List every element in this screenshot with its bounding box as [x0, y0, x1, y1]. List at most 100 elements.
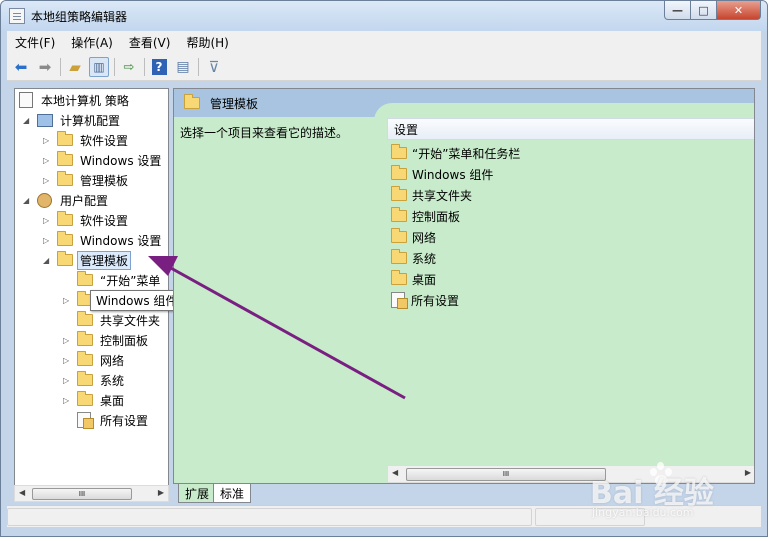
details-header: 管理模板 — [174, 89, 754, 123]
list-item[interactable]: 共享文件夹 — [391, 186, 472, 204]
back-arrow-icon[interactable]: ⬅ — [11, 57, 31, 77]
scrollbar-thumb[interactable]: III — [32, 488, 132, 500]
list-item[interactable]: “开始”菜单和任务栏 — [391, 144, 520, 162]
expand-icon[interactable]: ▷ — [43, 136, 49, 145]
folder-icon — [77, 331, 93, 346]
folder-icon — [391, 249, 407, 264]
tree-item[interactable]: “开始”菜单 — [63, 271, 163, 289]
scroll-left-icon[interactable]: ◀ — [19, 488, 25, 497]
folder-icon — [391, 144, 407, 159]
details-title: 管理模板 — [210, 96, 259, 111]
up-folder-icon[interactable]: ▰ — [65, 57, 85, 77]
tree-item[interactable]: ▷ Windows 设置 — [43, 151, 164, 169]
help-icon[interactable]: ? — [149, 57, 169, 77]
computer-icon — [37, 113, 53, 127]
tab-extended[interactable]: 扩展 — [178, 484, 217, 503]
folder-icon — [57, 131, 73, 146]
expand-icon[interactable]: ▷ — [63, 336, 69, 345]
list-item[interactable]: 所有设置 — [391, 291, 459, 309]
maximize-button[interactable]: □ — [691, 1, 717, 20]
close-button[interactable]: ✕ — [717, 1, 761, 20]
menu-view[interactable]: 查看(V) — [121, 34, 179, 51]
tree-computer-config[interactable]: ◢ 计算机配置 — [23, 111, 123, 129]
list-item[interactable]: 控制面板 — [391, 207, 460, 225]
tree-user-config[interactable]: ◢ 用户配置 — [23, 191, 111, 209]
scroll-right-icon[interactable]: ▶ — [745, 468, 751, 477]
folder-icon — [57, 251, 73, 266]
scroll-right-icon[interactable]: ▶ — [158, 488, 164, 497]
folder-icon — [77, 371, 93, 386]
tree-root[interactable]: 本地计算机 策略 — [19, 91, 132, 109]
folder-icon — [391, 228, 407, 243]
tree-item[interactable]: ▷ 网络 — [63, 351, 127, 369]
folder-icon — [391, 165, 407, 180]
collapse-icon[interactable]: ◢ — [43, 256, 49, 265]
folder-icon — [77, 391, 93, 406]
expand-icon[interactable]: ▷ — [43, 176, 49, 185]
tree-item[interactable]: 所有设置 — [63, 411, 151, 429]
view-tabs: 扩展 标准 — [173, 484, 755, 504]
tree-item[interactable]: ▷ 系统 — [63, 371, 127, 389]
filter-icon[interactable]: ⊽ — [204, 57, 224, 77]
collapse-icon[interactable]: ◢ — [23, 116, 29, 125]
expand-icon[interactable]: ▷ — [63, 356, 69, 365]
folder-icon — [77, 351, 93, 366]
folder-icon — [57, 151, 73, 166]
folder-icon — [57, 231, 73, 246]
forward-arrow-icon[interactable]: ➡ — [35, 57, 55, 77]
tree-item[interactable]: ▷ 软件设置 — [43, 211, 131, 229]
column-header-settings[interactable]: 设置 — [387, 118, 754, 140]
show-tree-icon[interactable]: ▥ — [89, 57, 109, 77]
description-text: 选择一个项目来查看它的描述。 — [180, 126, 349, 140]
expand-icon[interactable]: ▷ — [43, 236, 49, 245]
list-horizontal-scrollbar[interactable]: ◀ III ▶ — [387, 465, 754, 483]
menu-bar: 文件(F) 操作(A) 查看(V) 帮助(H) — [7, 31, 761, 53]
tree-item[interactable]: ▷ 管理模板 — [43, 171, 131, 189]
menu-action[interactable]: 操作(A) — [63, 34, 121, 51]
tree-item[interactable]: ▷ 桌面 — [63, 391, 127, 409]
folder-icon — [391, 270, 407, 285]
tree-item[interactable]: ▷ Windows 设置 — [43, 231, 164, 249]
scrollbar-thumb[interactable]: III — [406, 468, 606, 481]
folder-icon — [391, 186, 407, 201]
folder-icon — [184, 94, 200, 109]
window-title: 本地组策略编辑器 — [31, 10, 128, 24]
folder-icon — [77, 311, 93, 326]
tree-item[interactable]: ▷ 控制面板 — [63, 331, 151, 349]
expand-icon[interactable]: ▷ — [43, 156, 49, 165]
tooltip: Windows 组件 — [90, 290, 184, 311]
expand-icon[interactable]: ▷ — [63, 396, 69, 405]
tree-horizontal-scrollbar[interactable]: ◀ III ▶ — [14, 485, 169, 502]
properties-icon[interactable]: ▤ — [173, 57, 193, 77]
tree-item[interactable]: 共享文件夹 — [63, 311, 163, 329]
toolbar: ⬅ ➡ ▰ ▥ ⇨ ? ▤ ⊽ — [7, 53, 761, 81]
list-item[interactable]: 网络 — [391, 228, 436, 246]
folder-icon — [77, 271, 93, 286]
policy-icon — [19, 92, 33, 108]
folder-icon — [57, 171, 73, 186]
menu-help[interactable]: 帮助(H) — [178, 34, 236, 51]
list-item[interactable]: Windows 组件 — [391, 165, 493, 183]
expand-icon[interactable]: ▷ — [63, 376, 69, 385]
expand-icon[interactable]: ▷ — [43, 216, 49, 225]
all-settings-icon — [77, 412, 94, 429]
title-bar[interactable]: 本地组策略编辑器 — □ ✕ — [1, 1, 767, 31]
tree-item-admin-templates[interactable]: ◢ 管理模板 — [43, 250, 132, 270]
menu-file[interactable]: 文件(F) — [7, 34, 63, 51]
policy-editor-icon — [9, 8, 25, 24]
folder-icon — [391, 207, 407, 222]
expand-icon[interactable]: ▷ — [63, 296, 69, 305]
tab-standard[interactable]: 标准 — [213, 484, 252, 503]
tree-item[interactable]: ▷ 软件设置 — [43, 131, 131, 149]
list-item[interactable]: 系统 — [391, 249, 436, 267]
folder-icon — [57, 211, 73, 226]
app-window: 本地组策略编辑器 — □ ✕ 文件(F) 操作(A) 查看(V) 帮助(H) ⬅… — [0, 0, 768, 537]
list-item[interactable]: 桌面 — [391, 270, 436, 288]
minimize-button[interactable]: — — [664, 1, 691, 20]
export-list-icon[interactable]: ⇨ — [119, 57, 139, 77]
collapse-icon[interactable]: ◢ — [23, 196, 29, 205]
user-icon — [37, 192, 52, 208]
details-pane: 管理模板 选择一个项目来查看它的描述。 设置 “开始”菜单和任务栏 Window… — [173, 88, 755, 484]
settings-list[interactable]: 设置 “开始”菜单和任务栏 Windows 组件 共享文件夹 控制面板 网络 系… — [387, 118, 754, 483]
scroll-left-icon[interactable]: ◀ — [392, 468, 398, 477]
